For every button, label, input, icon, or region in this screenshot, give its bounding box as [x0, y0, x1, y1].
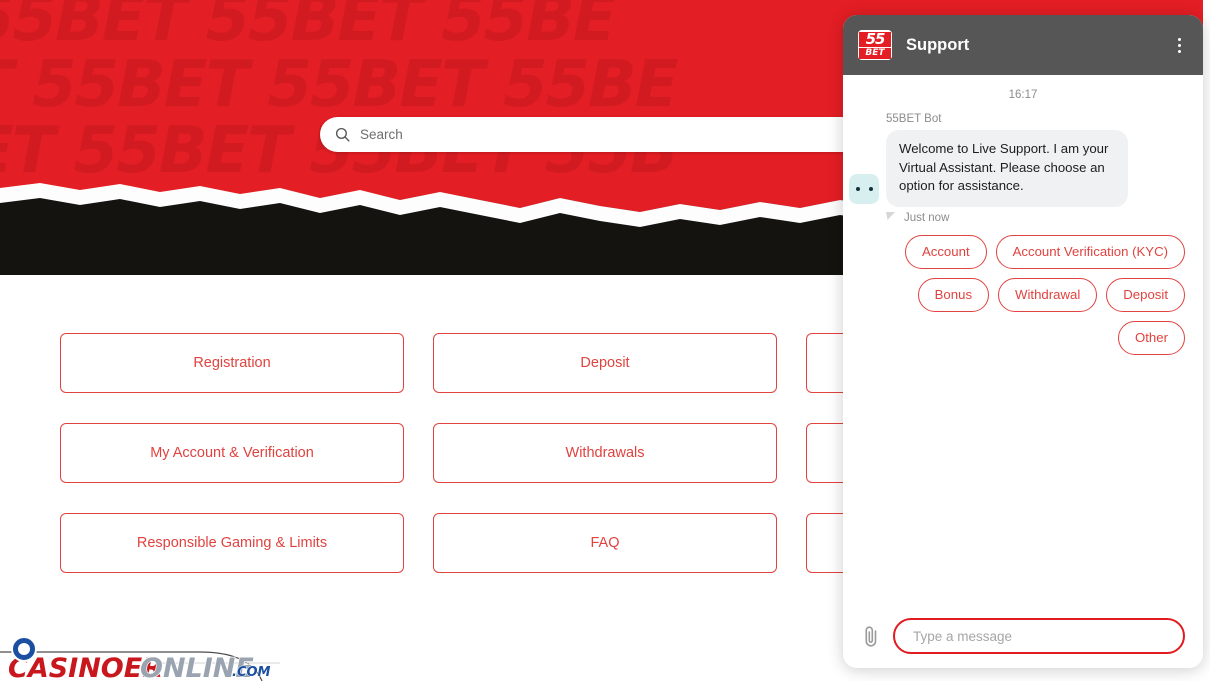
quick-reply-other[interactable]: Other — [1118, 320, 1185, 355]
quick-reply-label: Bonus — [934, 286, 973, 302]
help-card-label: Deposit — [580, 355, 630, 371]
screen: 55BET 55BET 55BE T 55BET 55BET 55BE ET 5… — [0, 0, 1210, 681]
quick-reply-bonus[interactable]: Bonus — [917, 277, 990, 312]
dot — [1177, 37, 1181, 41]
svg-text:.COM: .COM — [232, 665, 271, 680]
brand-logo-line2: BET — [859, 47, 891, 59]
help-card-my-account-verification[interactable]: My Account & Verification — [60, 423, 404, 483]
support-chat-widget: 55 BET Support 16:17 55BET Bot Welcome t… — [843, 15, 1203, 668]
message-sender-name: 55BET Bot — [886, 113, 942, 125]
quick-reply-account[interactable]: Account — [904, 234, 987, 269]
quick-reply-label: Account Verification (KYC) — [1012, 243, 1168, 259]
bot-message-row: 55BET Bot Welcome to Live Support. I am … — [849, 113, 1187, 224]
quick-reply-account-verification-kyc[interactable]: Account Verification (KYC) — [995, 234, 1185, 269]
help-card-label: Registration — [193, 355, 271, 371]
brand-logo-line1: 55 — [859, 31, 891, 47]
kebab-menu-icon[interactable] — [1169, 34, 1189, 56]
quick-reply-list: Account Account Verification (KYC) Bonus… — [859, 234, 1187, 355]
help-card-withdrawals[interactable]: Withdrawals — [433, 423, 777, 483]
eye-dot — [868, 186, 873, 191]
help-card-registration[interactable]: Registration — [60, 333, 404, 393]
quick-reply-deposit[interactable]: Deposit — [1106, 277, 1185, 312]
brand-logo-55bet-icon: 55 BET — [858, 30, 892, 60]
chat-composer — [843, 604, 1203, 668]
paperclip-icon[interactable] — [861, 624, 881, 648]
quick-reply-label: Account — [921, 243, 970, 259]
help-card-label: My Account & Verification — [150, 445, 314, 461]
dot — [1177, 43, 1181, 47]
chat-message-list[interactable]: 16:17 55BET Bot Welcome to Live Support.… — [843, 75, 1203, 604]
eye-dot — [855, 186, 860, 191]
delivered-tick-icon — [886, 212, 895, 220]
help-card-label: FAQ — [590, 535, 620, 551]
search-placeholder: Search — [360, 127, 403, 142]
chat-title: Support — [906, 35, 970, 54]
quick-reply-withdrawal[interactable]: Withdrawal — [998, 277, 1098, 312]
message-status: Just now — [904, 211, 950, 224]
help-card-label: Withdrawals — [565, 445, 645, 461]
quick-reply-label: Withdrawal — [1015, 286, 1081, 302]
casinoeronline-watermark-logo: CASINOER ONLINE .COM — [0, 636, 280, 681]
message-footer: Just now — [886, 212, 1187, 224]
dot — [1177, 49, 1181, 53]
quick-reply-label: Other — [1135, 329, 1168, 345]
message-input[interactable] — [893, 618, 1185, 654]
chat-header: 55 BET Support — [843, 15, 1203, 75]
message-column: 55BET Bot Welcome to Live Support. I am … — [886, 113, 1187, 224]
bot-message-bubble: Welcome to Live Support. I am your Virtu… — [886, 130, 1128, 207]
help-card-deposit[interactable]: Deposit — [433, 333, 777, 393]
help-card-label: Responsible Gaming & Limits — [136, 535, 328, 551]
help-card-responsible-gaming[interactable]: Responsible Gaming & Limits — [60, 513, 404, 573]
help-card-faq[interactable]: FAQ — [433, 513, 777, 573]
search-icon — [335, 127, 350, 142]
bot-avatar-icon — [849, 173, 879, 204]
quick-reply-label: Deposit — [1123, 286, 1168, 302]
conversation-timestamp: 16:17 — [1008, 89, 1038, 101]
search-bar[interactable]: Search — [320, 117, 880, 152]
